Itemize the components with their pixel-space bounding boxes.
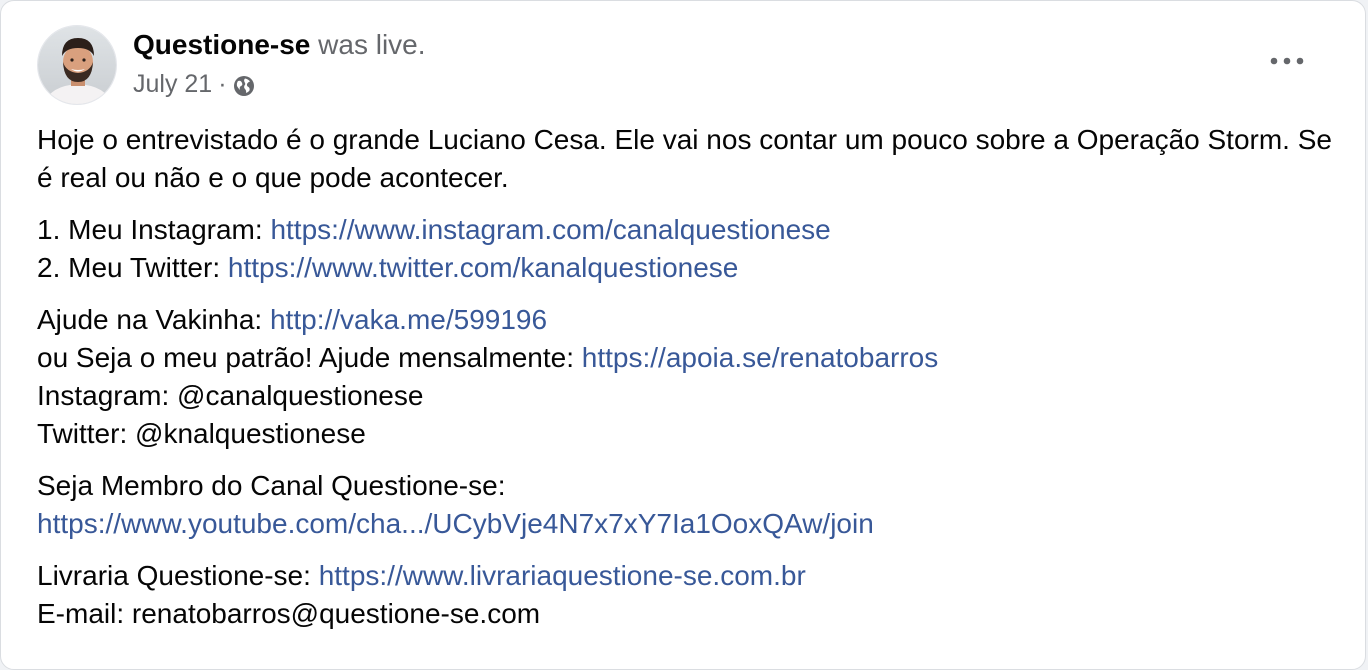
twitter-label: 2. Meu Twitter: bbox=[37, 252, 228, 283]
youtube-join-link[interactable]: https://www.youtube.com/cha.../UCybVje4N… bbox=[37, 505, 1337, 543]
email-line: E-mail: renatobarros@questione-se.com bbox=[37, 598, 541, 629]
intro-paragraph: Hoje o entrevistado é o grande Luciano C… bbox=[37, 124, 1332, 193]
patrao-line: ou Seja o meu patrão! Ajude mensalmente:… bbox=[37, 339, 1337, 377]
vakinha-label: Ajude na Vakinha: bbox=[37, 304, 270, 335]
author-name[interactable]: Questione-se bbox=[133, 29, 310, 60]
more-horizontal-icon bbox=[1270, 57, 1304, 65]
patrao-label: ou Seja o meu patrão! Ajude mensalmente: bbox=[37, 342, 582, 373]
live-status-text: was live. bbox=[318, 29, 426, 60]
instagram-label: 1. Meu Instagram: bbox=[37, 214, 271, 245]
post-text: Hoje o entrevistado é o grande Luciano C… bbox=[37, 121, 1337, 633]
livraria-link[interactable]: https://www.livrariaquestione-se.com.br bbox=[319, 560, 806, 591]
post-meta: July 21 · bbox=[133, 68, 255, 100]
post-card: Questione-se was live. July 21 · Hoje o … bbox=[0, 0, 1366, 670]
apoia-link[interactable]: https://apoia.se/renatobarros bbox=[582, 342, 938, 373]
social-links-paragraph: 1. Meu Instagram: https://www.instagram.… bbox=[37, 211, 1337, 287]
avatar[interactable] bbox=[37, 25, 117, 105]
support-paragraph: Ajude na Vakinha: http://vaka.me/599196 … bbox=[37, 301, 1337, 453]
meta-separator: · bbox=[218, 70, 227, 98]
globe-icon[interactable] bbox=[233, 73, 255, 96]
avatar-image bbox=[38, 26, 116, 104]
contact-paragraph: Livraria Questione-se: https://www.livra… bbox=[37, 557, 1337, 633]
membership-paragraph: Seja Membro do Canal Questione-se: https… bbox=[37, 467, 1337, 543]
post-date[interactable]: July 21 bbox=[133, 68, 212, 100]
twitter-handle: Twitter: @knalquestionese bbox=[37, 418, 366, 449]
twitter-link[interactable]: https://www.twitter.com/kanalquestionese bbox=[228, 252, 738, 283]
membro-label: Seja Membro do Canal Questione-se: bbox=[37, 470, 506, 501]
instagram-link[interactable]: https://www.instagram.com/canalquestione… bbox=[270, 214, 830, 245]
vakinha-line: Ajude na Vakinha: http://vaka.me/599196 bbox=[37, 301, 1337, 339]
instagram-handle: Instagram: @canalquestionese bbox=[37, 380, 424, 411]
livraria-label: Livraria Questione-se: bbox=[37, 560, 319, 591]
vakinha-link[interactable]: http://vaka.me/599196 bbox=[270, 304, 547, 335]
post-header-title: Questione-se was live. bbox=[133, 27, 426, 63]
more-options-button[interactable] bbox=[1263, 45, 1311, 77]
livraria-line: Livraria Questione-se: https://www.livra… bbox=[37, 557, 1337, 595]
instagram-line: 1. Meu Instagram: https://www.instagram.… bbox=[37, 211, 1337, 249]
twitter-line: 2. Meu Twitter: https://www.twitter.com/… bbox=[37, 249, 1337, 287]
